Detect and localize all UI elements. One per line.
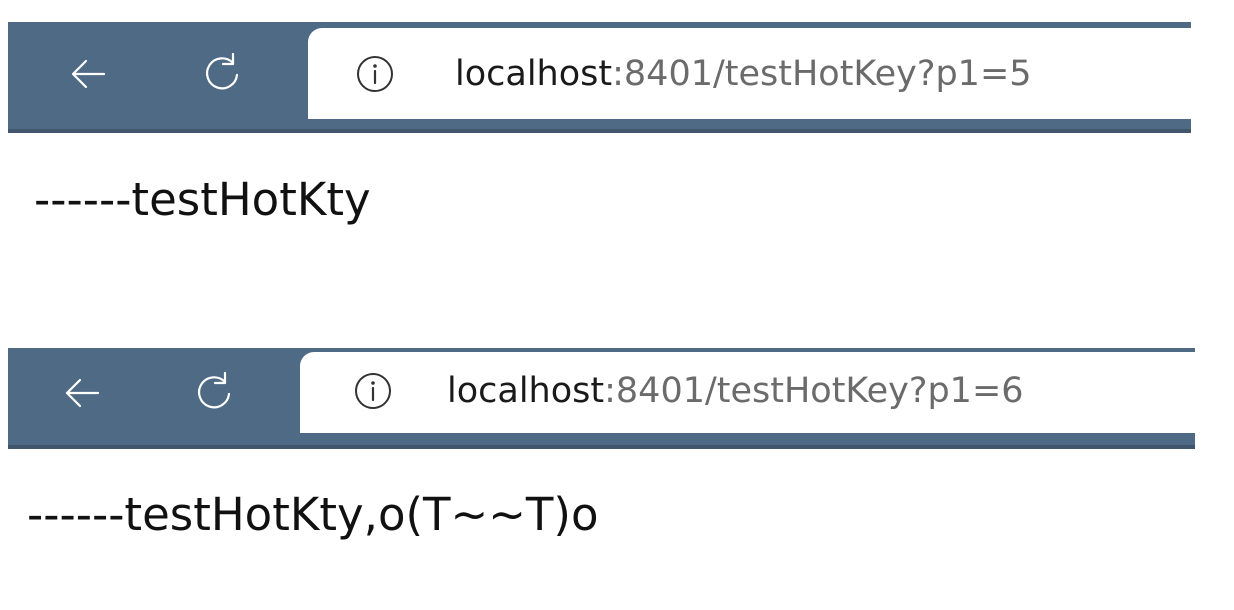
info-icon[interactable] [352, 370, 394, 412]
address-bar[interactable]: localhost:8401/testHotKey?p1=5 [308, 28, 1191, 119]
browser-toolbar: localhost:8401/testHotKey?p1=5 [8, 22, 1191, 133]
info-icon[interactable] [354, 53, 396, 95]
url-path: :8401/testHotKey?p1=6 [604, 371, 1024, 411]
back-arrow-icon[interactable] [60, 371, 104, 415]
back-arrow-glyph [65, 378, 100, 408]
page-content-text: ------testHotKty [34, 173, 371, 226]
back-arrow-icon[interactable] [66, 52, 110, 96]
refresh-icon[interactable] [192, 370, 236, 414]
refresh-glyph [206, 52, 239, 90]
url-text[interactable]: localhost:8401/testHotKey?p1=5 [455, 53, 1032, 95]
browser-toolbar: localhost:8401/testHotKey?p1=6 [8, 348, 1195, 449]
refresh-icon[interactable] [200, 51, 244, 95]
url-host: localhost [455, 54, 613, 94]
refresh-glyph [198, 371, 231, 409]
url-host: localhost [447, 371, 605, 411]
info-glyph [355, 373, 391, 409]
url-path: :8401/testHotKey?p1=5 [612, 54, 1032, 94]
back-arrow-glyph [71, 59, 106, 89]
page: localhost:8401/testHotKey?p1=5 ------tes… [0, 0, 1234, 610]
page-content-text: ------testHotKty,o(T~~T)o [27, 488, 599, 541]
address-bar[interactable]: localhost:8401/testHotKey?p1=6 [300, 352, 1195, 433]
info-glyph [357, 56, 393, 92]
url-text[interactable]: localhost:8401/testHotKey?p1=6 [447, 370, 1024, 412]
